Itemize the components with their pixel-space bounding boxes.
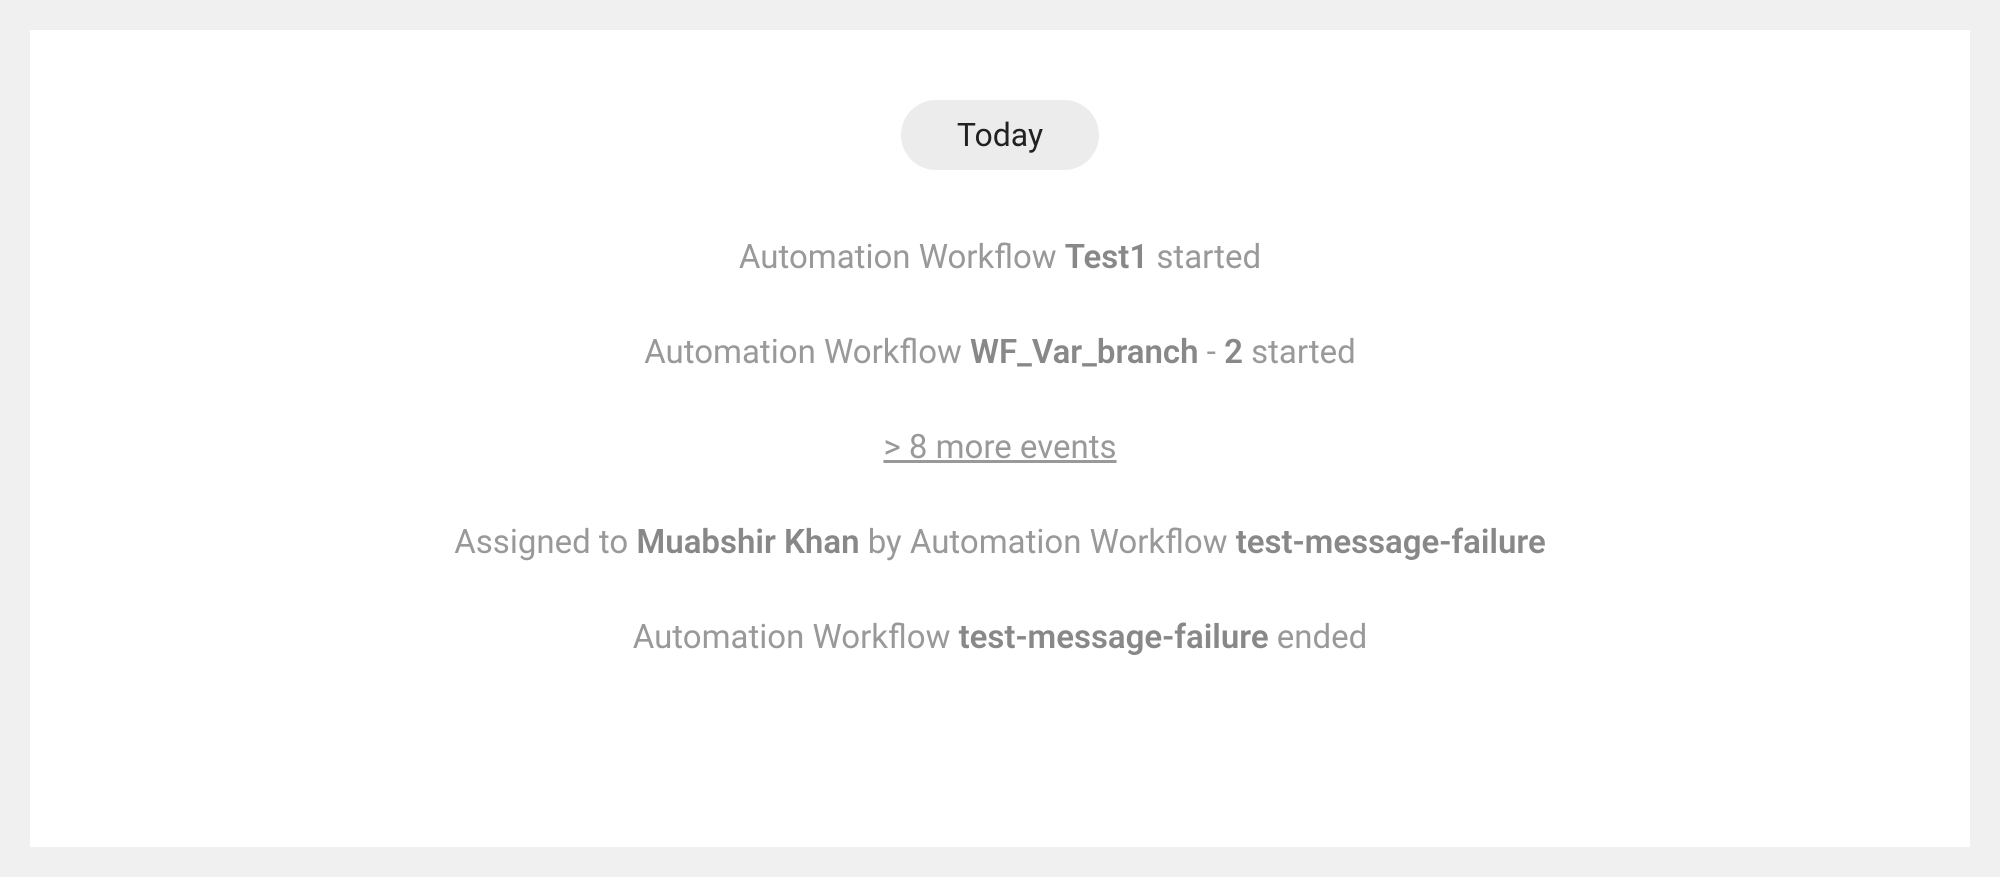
event-text: started [1148,238,1261,277]
date-badge: Today [901,100,1099,170]
event-text: started [1243,333,1356,372]
event-bold: Test1 [1065,238,1148,277]
event-bold: test-message-failure [959,618,1269,657]
event-bold: WF_Var_branch [970,333,1199,372]
activity-card: Today Automation Workflow Test1 started … [30,30,1970,847]
event-text: Assigned to [454,523,636,562]
event-text: Automation Workflow [644,333,970,372]
event-line-3: Assigned to Muabshir Khan by Automation … [454,523,1546,562]
more-events-link[interactable]: > 8 more events [883,428,1116,467]
event-line-1: Automation Workflow Test1 started [739,238,1261,277]
event-text: by Automation Workflow [860,523,1236,562]
event-text: Automation Workflow [633,618,959,657]
event-text: ended [1269,618,1368,657]
event-line-2: Automation Workflow WF_Var_branch - 2 st… [644,333,1356,372]
event-bold: test-message-failure [1236,523,1546,562]
event-line-4: Automation Workflow test-message-failure… [633,618,1368,657]
event-bold: 2 [1224,333,1243,372]
event-bold: Muabshir Khan [636,523,859,562]
event-text: Automation Workflow [739,238,1065,277]
event-text: - [1199,333,1225,372]
